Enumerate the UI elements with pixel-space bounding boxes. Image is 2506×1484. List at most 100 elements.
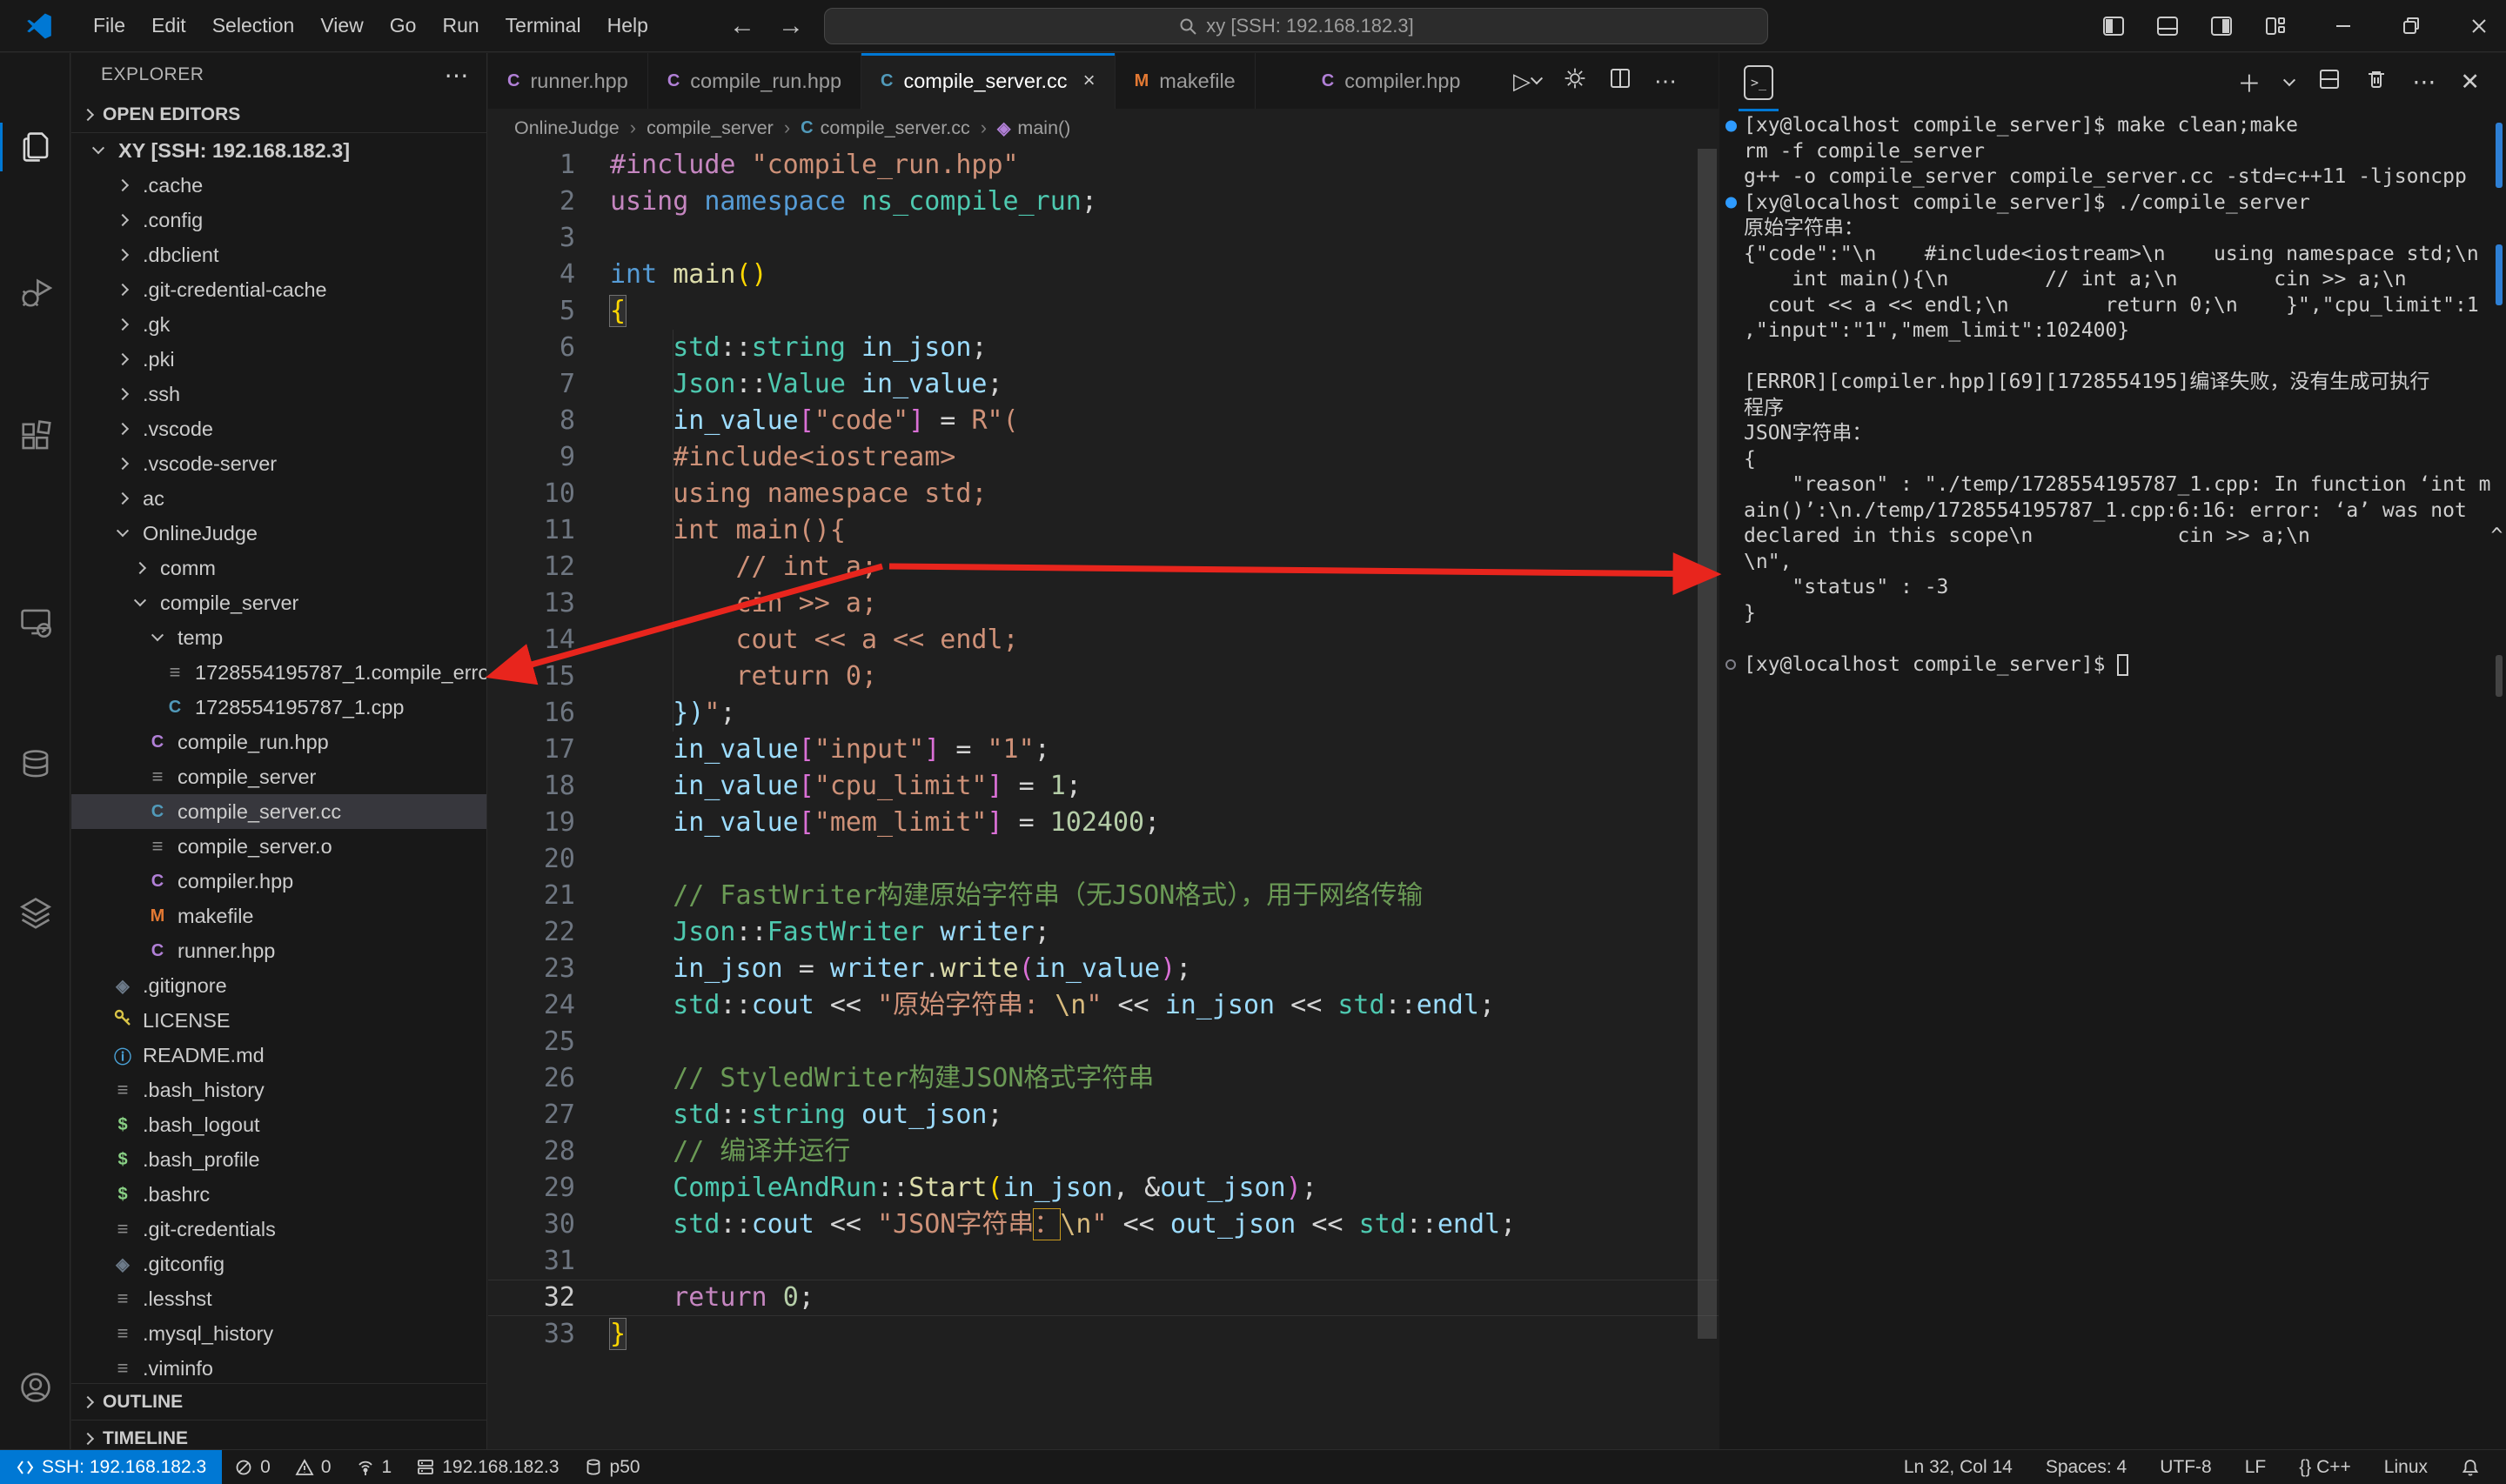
code-line-22[interactable]: 22 Json::FastWriter writer; (488, 914, 1719, 951)
forward-icon[interactable]: → (778, 11, 804, 41)
code-line-2[interactable]: 2 using namespace ns_compile_run; (488, 184, 1719, 220)
editor-gear-icon[interactable] (1564, 67, 1586, 96)
breadcrumb-item-main[interactable]: ◈ main() (997, 117, 1070, 139)
tree-item-git-credentials[interactable]: ≡ .git-credentials (71, 1212, 486, 1247)
code-line-8[interactable]: 8 in_value["code"] = R"( (488, 403, 1719, 439)
breadcrumb-item-compile-server[interactable]: compile_server (647, 117, 774, 139)
editor-scrollbar[interactable] (1698, 149, 1717, 1339)
tree-item-mysql-history[interactable]: ≡ .mysql_history (71, 1316, 486, 1351)
code-line-5[interactable]: 5{ (488, 293, 1719, 330)
tree-item-compile-server[interactable]: compile_server (71, 585, 486, 620)
tab-makefile[interactable]: Mmakefile (1115, 53, 1256, 109)
code-line-6[interactable]: 6 std::string in_json; (488, 330, 1719, 366)
tree-item-pki[interactable]: .pki (71, 342, 486, 377)
status-c[interactable]: {} C++ (2288, 1450, 2362, 1484)
tree-item-bash-logout[interactable]: $ .bash_logout (71, 1107, 486, 1142)
open-editors-section[interactable]: OPEN EDITORS (71, 97, 486, 133)
tree-item-git-credential-cache[interactable]: .git-credential-cache (71, 272, 486, 307)
menu-run[interactable]: Run (429, 9, 492, 43)
code-line-14[interactable]: 14 cout << a << endl; (488, 622, 1719, 658)
panel-more-actions-icon[interactable]: ⋯ (2412, 69, 2436, 96)
run-file-button[interactable]: ▷ (1513, 68, 1544, 95)
code-line-13[interactable]: 13 cin >> a; (488, 585, 1719, 622)
breadcrumb-item-onlinejudge[interactable]: OnlineJudge (514, 117, 620, 139)
toggle-sidebar-left-icon[interactable] (2087, 0, 2141, 52)
status-server[interactable]: 192.168.182.3 (404, 1450, 571, 1484)
tree-item-gitignore[interactable]: ◈ .gitignore (71, 968, 486, 1003)
run-debug-icon[interactable] (0, 262, 70, 324)
status-utf-8[interactable]: UTF-8 (2149, 1450, 2222, 1484)
tab-compiler-hpp[interactable]: Ccompiler.hpp (1303, 53, 1480, 109)
code-line-15[interactable]: 15 return 0; (488, 658, 1719, 695)
code-line-11[interactable]: 11 int main(){ (488, 512, 1719, 549)
code-line-10[interactable]: 10 using namespace std; (488, 476, 1719, 512)
menu-edit[interactable]: Edit (138, 9, 199, 43)
tree-item-1728554195787-1-compile-error[interactable]: ≡ 1728554195787_1.compile_error (71, 655, 486, 690)
code-line-17[interactable]: 17 in_value["input"] = "1"; (488, 732, 1719, 768)
tree-item-compile-server-cc[interactable]: Ccompile_server.cc (71, 794, 486, 829)
tab-compile-server-cc[interactable]: Ccompile_server.cc × (861, 53, 1116, 109)
remote-explorer-icon[interactable] (0, 591, 70, 653)
tree-item-comm[interactable]: comm (71, 551, 486, 585)
tree-item-bashrc[interactable]: $ .bashrc (71, 1177, 486, 1212)
code-line-19[interactable]: 19 in_value["mem_limit"] = 102400; (488, 805, 1719, 841)
close-tab-icon[interactable]: × (1083, 69, 1096, 93)
account-icon[interactable] (0, 1356, 70, 1419)
tree-item-runner-hpp[interactable]: Crunner.hpp (71, 933, 486, 968)
status-database[interactable]: p50 (572, 1450, 653, 1484)
terminal-tab[interactable]: >_ (1735, 53, 1782, 111)
menu-view[interactable]: View (307, 9, 376, 43)
toggle-sidebar-right-icon[interactable] (2194, 0, 2248, 52)
tree-item-ssh[interactable]: .ssh (71, 377, 486, 411)
status-linux[interactable]: Linux (2374, 1450, 2438, 1484)
chevron-down-icon[interactable] (2283, 73, 2296, 86)
menu-selection[interactable]: Selection (199, 9, 308, 43)
tree-item-compile-server-o[interactable]: ≡ compile_server.o (71, 829, 486, 864)
kill-terminal-icon[interactable] (2365, 68, 2388, 97)
timeline-section[interactable]: TIMELINE (71, 1420, 486, 1449)
menu-terminal[interactable]: Terminal (492, 9, 594, 43)
tree-item-gitconfig[interactable]: ◈ .gitconfig (71, 1247, 486, 1281)
status-remote[interactable]: SSH: 192.168.182.3 (0, 1450, 223, 1484)
tree-item-dbclient[interactable]: .dbclient (71, 237, 486, 272)
toggle-panel-icon[interactable] (2141, 0, 2194, 52)
breadcrumb-item-compile-server-cc[interactable]: Ccompile_server.cc (801, 117, 970, 139)
tree-item-readme-md[interactable]: ⓘ README.md (71, 1038, 486, 1073)
new-terminal-icon[interactable]: ＋ (2237, 65, 2261, 99)
code-line-18[interactable]: 18 in_value["cpu_limit"] = 1; (488, 768, 1719, 805)
tree-item-license[interactable]: LICENSE (71, 1003, 486, 1038)
code-line-26[interactable]: 26 // StyledWriter构建JSON格式字符串 (488, 1060, 1719, 1097)
restore-icon[interactable] (2384, 0, 2438, 52)
menu-go[interactable]: Go (377, 9, 430, 43)
close-panel-icon[interactable]: ✕ (2460, 69, 2480, 96)
tree-item-temp[interactable]: temp (71, 620, 486, 655)
code-editor[interactable]: 1 #include "compile_run.hpp" 2 using namesp… (488, 147, 1719, 1353)
tab-compile-run-hpp[interactable]: Ccompile_run.hpp (647, 53, 862, 109)
tree-item-bash-history[interactable]: ≡ .bash_history (71, 1073, 486, 1107)
editor-more-actions-icon[interactable]: ⋯ (1654, 68, 1677, 95)
code-line-27[interactable]: 27 std::string out_json; (488, 1097, 1719, 1133)
layers-icon[interactable] (0, 881, 70, 944)
status-spaces-4[interactable]: Spaces: 4 (2035, 1450, 2137, 1484)
explorer-icon[interactable] (0, 116, 70, 178)
tree-item-compiler-hpp[interactable]: Ccompiler.hpp (71, 864, 486, 899)
tree-item-1728554195787-1-cpp[interactable]: C 1728554195787_1.cpp (71, 690, 486, 725)
status-lf[interactable]: LF (2235, 1450, 2277, 1484)
code-line-32[interactable]: 32 return 0; (488, 1280, 1719, 1316)
code-line-20[interactable]: 20 (488, 841, 1719, 878)
status-bell[interactable] (2450, 1450, 2490, 1484)
code-line-25[interactable]: 25 (488, 1024, 1719, 1060)
tree-item-makefile[interactable]: Mmakefile (71, 899, 486, 933)
customize-layout-icon[interactable] (2248, 0, 2302, 52)
status-ln-32-col-14[interactable]: Ln 32, Col 14 (1893, 1450, 2023, 1484)
tree-item-config[interactable]: .config (71, 203, 486, 237)
database-icon[interactable] (0, 733, 70, 796)
tree-item-vscode-server[interactable]: .vscode-server (71, 446, 486, 481)
command-center-search[interactable]: xy [SSH: 192.168.182.3] (824, 8, 1768, 44)
code-line-12[interactable]: 12 // int a; (488, 549, 1719, 585)
tree-item-vscode[interactable]: .vscode (71, 411, 486, 446)
status-warnings[interactable]: 0 (283, 1450, 344, 1484)
split-editor-icon[interactable] (1609, 67, 1632, 96)
tree-item-ac[interactable]: ac (71, 481, 486, 516)
tree-item-bash-profile[interactable]: $ .bash_profile (71, 1142, 486, 1177)
